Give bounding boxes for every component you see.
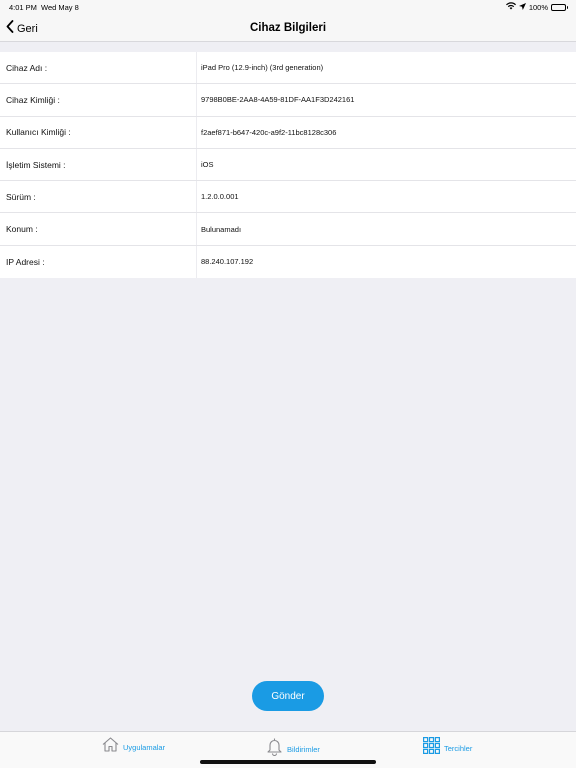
info-row-version: Sürüm : 1.2.0.0.001	[0, 181, 576, 214]
tab-label: Bildirimler	[287, 744, 320, 754]
row-value: 88.240.107.192	[201, 257, 254, 267]
home-indicator	[200, 760, 376, 764]
grid-icon	[423, 737, 440, 759]
row-value: iOS	[201, 160, 214, 170]
device-info-table: Cihaz Adı : iPad Pro (12.9-inch) (3rd ge…	[0, 52, 576, 279]
row-label: IP Adresi :	[0, 245, 197, 279]
location-arrow-icon	[518, 2, 526, 12]
bell-icon	[266, 737, 283, 761]
row-value: 9798B0BE-2AA8-4A59-81DF-AA1F3D242161	[201, 95, 355, 105]
status-date: Wed May 8	[41, 3, 79, 12]
send-button[interactable]: Gönder	[252, 681, 324, 711]
tab-label: Uygulamalar	[123, 742, 166, 752]
row-label: İşletim Sistemi :	[0, 148, 197, 181]
wifi-icon	[505, 2, 516, 12]
row-value: Bulunamadı	[201, 224, 242, 234]
info-row-device-id: Cihaz Kimliği : 9798B0BE-2AA8-4A59-81DF-…	[0, 84, 576, 117]
row-value: f2aef871-b647-420c-a9f2-11bc8128c306	[201, 127, 337, 137]
info-row-location: Konum : Bulunamadı	[0, 213, 576, 246]
navigation-bar: Geri Cihaz Bilgileri	[0, 14, 576, 42]
tab-applications[interactable]: Uygulamalar	[102, 737, 165, 757]
info-row-device-name: Cihaz Adı : iPad Pro (12.9-inch) (3rd ge…	[0, 52, 576, 85]
page-title: Cihaz Bilgileri	[249, 22, 327, 34]
row-label: Sürüm :	[0, 181, 197, 213]
row-label: Cihaz Adı :	[0, 52, 197, 84]
row-label: Kullanıcı Kimliği :	[0, 116, 197, 148]
tab-preferences[interactable]: Tercihler	[423, 737, 472, 759]
row-value: 1.2.0.0.001	[201, 192, 239, 202]
status-bar: 4:01 PM Wed May 8 100%	[0, 0, 576, 14]
battery-percent: 100%	[528, 2, 548, 12]
tab-label: Tercihler	[444, 743, 473, 753]
tab-notifications[interactable]: Bildirimler	[266, 737, 320, 761]
info-row-ip-address: IP Adresi : 88.240.107.192	[0, 245, 576, 279]
status-right: 100%	[505, 2, 568, 12]
row-label: Konum :	[0, 213, 197, 245]
info-row-operating-system: İşletim Sistemi : iOS	[0, 148, 576, 182]
status-time: 4:01 PM	[9, 3, 37, 12]
info-row-user-id: Kullanıcı Kimliği : f2aef871-b647-420c-a…	[0, 116, 576, 149]
home-icon	[102, 737, 119, 757]
row-label: Cihaz Kimliği :	[0, 84, 197, 116]
battery-icon	[551, 3, 568, 11]
row-value: iPad Pro (12.9-inch) (3rd generation)	[201, 63, 324, 73]
